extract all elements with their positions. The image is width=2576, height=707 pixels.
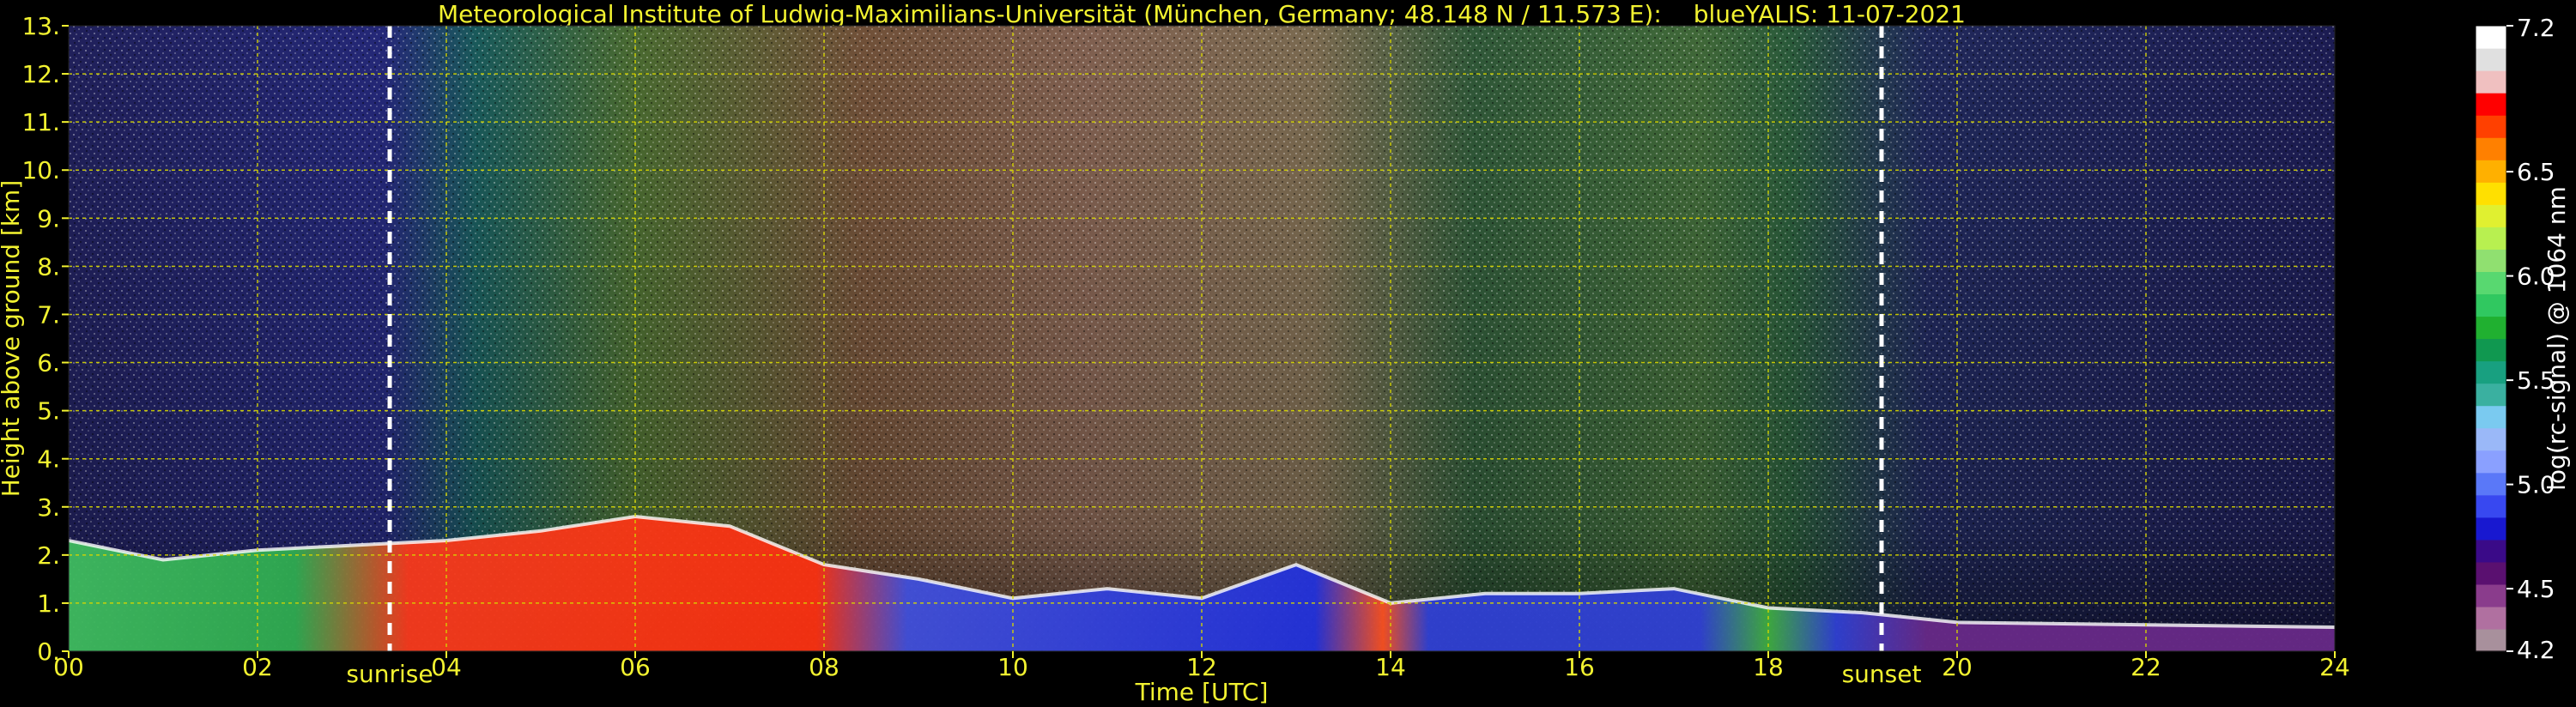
colorbar-swatch [2476,249,2506,272]
x-tick-label: 08 [809,653,839,681]
y-tick-label: 5. [37,397,60,426]
colorbar-swatch [2476,405,2506,429]
colorbar-swatch [2476,561,2506,585]
x-tick-label: 24 [2319,653,2350,681]
x-tick-label: 16 [1564,653,1595,681]
marker-label-sunrise: sunrise [346,660,433,688]
colorbar-swatch [2476,182,2506,205]
colorbar-label: log(rc-signal) @ 1064 nm [2543,186,2571,491]
y-tick-label: 10. [21,156,60,184]
x-tick-label: 22 [2131,653,2161,681]
colorbar-swatch [2476,539,2506,563]
y-tick-label: 8. [37,252,60,281]
x-tick-label: 14 [1375,653,1406,681]
y-tick-label: 7. [37,300,60,329]
colorbar-swatch [2476,450,2506,474]
colorbar-swatch [2476,316,2506,340]
colorbar-swatch [2476,137,2506,160]
colorbar-tick-label: 4.5 [2517,575,2555,603]
y-tick-label: 9. [37,204,60,233]
colorbar-swatch [2476,338,2506,362]
colorbar-swatch [2476,26,2506,49]
colorbar-swatch [2476,48,2506,71]
y-tick-label: 3. [37,493,60,522]
y-tick-label: 13. [21,12,60,40]
y-tick-label: 2. [37,541,60,570]
colorbar-swatch [2476,271,2506,295]
colorbar-swatch [2476,160,2506,183]
colorbar-swatch [2476,93,2506,116]
y-axis-ticks: 0. 1. 2. 3. 4. 5. 6. 7. 8. 9. 10. 11. 12. 13. [21,12,69,666]
colorbar-swatch [2476,583,2506,607]
x-tick-label: 04 [431,653,462,681]
y-tick-label: 6. [37,349,60,378]
y-axis-label: Height above ground [km] [0,180,25,498]
colorbar-swatch [2476,204,2506,227]
y-tick-label: 1. [37,589,60,618]
colorbar-tick-label: 7.2 [2517,14,2555,42]
colorbar-swatch [2476,227,2506,250]
colorbar-swatch [2476,427,2506,451]
y-tick-label: 0. [37,638,60,666]
y-tick-label: 11. [21,108,60,136]
x-tick-label: 10 [997,653,1028,681]
marker-label-sunset: sunset [1842,660,1922,688]
x-tick-label: 20 [1942,653,1973,681]
x-axis-label: Time [UTC] [1135,678,1269,706]
chart-svg: sunrise sunset 00 02 04 06 08 10 12 14 16 18 20 22 24… [0,12,2571,706]
colorbar-swatch [2476,628,2506,652]
colorbar-swatch [2476,472,2506,496]
x-tick-label: 02 [242,653,273,681]
colorbar-swatch [2476,517,2506,541]
colorbar-tick-label: 4.2 [2517,636,2555,664]
colorbar-swatch [2476,606,2506,630]
colorbar-swatch [2476,70,2506,94]
colorbar-swatch [2476,293,2506,317]
y-tick-label: 12. [21,60,60,88]
colorbar-swatch [2476,494,2506,518]
colorbar-tick-label: 6.5 [2517,158,2555,186]
x-tick-label: 06 [620,653,651,681]
colorbar-swatch [2476,383,2506,407]
colorbar-swatch [2476,360,2506,384]
colorbar-swatch [2476,115,2506,138]
x-tick-label: 18 [1753,653,1784,681]
y-tick-label: 4. [37,445,60,474]
